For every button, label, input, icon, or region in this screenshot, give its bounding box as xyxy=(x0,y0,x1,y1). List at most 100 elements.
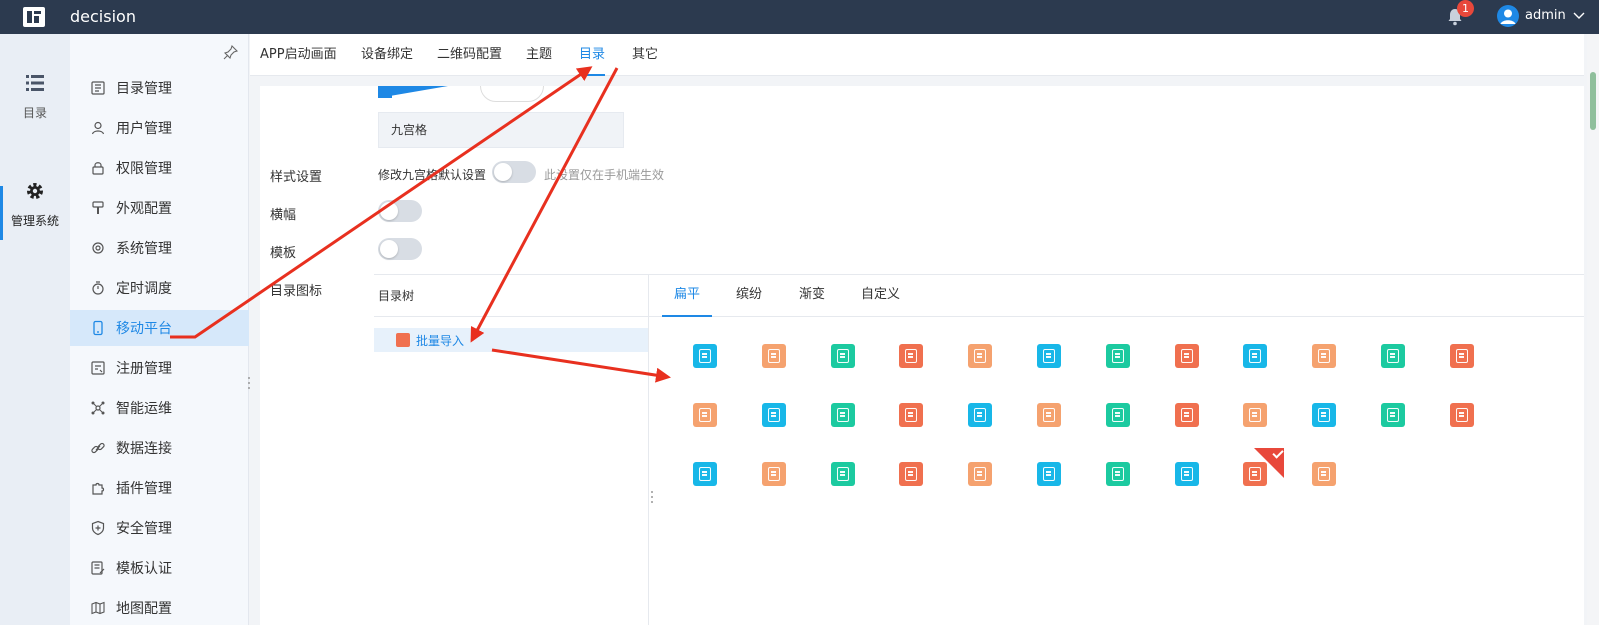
style-settings-toggle[interactable] xyxy=(492,161,536,183)
vertical-scrollbar[interactable] xyxy=(1587,34,1599,625)
catalog-icon-option[interactable] xyxy=(1037,462,1061,486)
catalog-icon-option[interactable] xyxy=(1312,403,1337,427)
catalog-icon-option[interactable] xyxy=(830,403,855,427)
catalog-icon-option[interactable] xyxy=(1312,462,1337,486)
sidebar-item-label: 目录管理 xyxy=(116,81,172,97)
template-toggle[interactable] xyxy=(378,238,422,260)
network-icon xyxy=(91,401,105,415)
catalog-icon-option[interactable] xyxy=(1449,403,1474,427)
scrollbar-thumb[interactable] xyxy=(1590,72,1596,130)
catalog-icon-option[interactable] xyxy=(761,462,786,486)
sidebar-item-label: 智能运维 xyxy=(116,401,172,417)
resize-grip-icon[interactable] xyxy=(650,490,654,504)
sidebar-item[interactable]: 定时调度 xyxy=(70,270,249,306)
catalog-icon-option[interactable] xyxy=(1037,403,1061,427)
catalog-icon-option[interactable] xyxy=(830,344,855,368)
sidebar-item-label: 定时调度 xyxy=(116,281,172,297)
preview-accent-wedge xyxy=(378,86,448,98)
catalog-icon-option[interactable] xyxy=(761,344,786,368)
catalog-icon-option[interactable] xyxy=(1243,403,1268,427)
catalog-icon-option[interactable] xyxy=(1243,344,1268,368)
gear-icon xyxy=(92,242,104,254)
rail-item-management[interactable]: 管理系统 xyxy=(0,180,70,229)
sidebar-item[interactable]: 系统管理 xyxy=(70,230,249,266)
icon-tab-colorful[interactable]: 缤纷 xyxy=(736,275,762,317)
catalog-icon-option[interactable] xyxy=(1105,344,1130,368)
tab-device-binding[interactable]: 设备绑定 xyxy=(361,34,413,76)
rail-item-label: 管理系统 xyxy=(10,214,59,228)
sidebar-item-label: 用户管理 xyxy=(116,121,172,137)
catalog-icon-option[interactable] xyxy=(693,462,717,486)
pin-icon[interactable] xyxy=(223,44,239,60)
catalog-icon-option[interactable] xyxy=(899,462,924,486)
stopwatch-icon xyxy=(92,281,104,295)
sidebar-item-label: 插件管理 xyxy=(116,481,172,497)
sidebar-item[interactable]: 用户管理 xyxy=(70,110,249,146)
user-name[interactable]: admin xyxy=(1525,8,1566,23)
tree-header: 目录树 xyxy=(374,274,649,317)
catalog-icon-option[interactable] xyxy=(968,462,993,486)
catalog-icon-option[interactable] xyxy=(761,403,786,427)
banner-label: 横幅 xyxy=(270,208,297,223)
icon-tab-flat[interactable]: 扁平 xyxy=(662,275,713,317)
tab-qr-config[interactable]: 二维码配置 xyxy=(437,34,502,76)
shield-icon xyxy=(91,520,105,536)
catalog-icon-option[interactable] xyxy=(1174,462,1199,486)
lock-icon xyxy=(92,162,104,175)
notification-badge: 1 xyxy=(1457,0,1474,17)
grid-style-preview[interactable]: 九宫格 xyxy=(378,112,624,148)
catalog-icon-option[interactable] xyxy=(1381,344,1405,368)
sidebar-item[interactable]: 注册管理 xyxy=(70,350,249,386)
app-title: decision xyxy=(70,7,136,26)
tab-other[interactable]: 其它 xyxy=(632,34,658,76)
sidebar-item[interactable]: 智能运维 xyxy=(70,390,249,426)
list-icon xyxy=(26,75,44,91)
chevron-down-icon[interactable] xyxy=(1572,8,1586,22)
catalog-icon-option[interactable] xyxy=(693,403,717,427)
catalog-icon-option[interactable] xyxy=(1105,462,1130,486)
sidebar-item-label: 外观配置 xyxy=(116,201,172,217)
catalog-icon-option[interactable] xyxy=(1174,344,1199,368)
tree-node[interactable]: 批量导入 xyxy=(374,328,649,352)
sidebar-item[interactable]: 权限管理 xyxy=(70,150,249,186)
catalog-icon-option[interactable] xyxy=(1312,344,1337,368)
tab-catalog[interactable]: 目录 xyxy=(579,34,606,76)
sidebar-item[interactable]: 外观配置 xyxy=(70,190,249,226)
sidebar-item-label: 安全管理 xyxy=(116,521,172,537)
icon-tab-gradient[interactable]: 渐变 xyxy=(799,275,825,317)
catalog-icon-option[interactable] xyxy=(1381,403,1405,427)
icon-style-tabs: 扁平 缤纷 渐变 自定义 xyxy=(649,274,1584,317)
catalog-icon-option[interactable] xyxy=(1174,403,1199,427)
catalog-icon-option[interactable] xyxy=(1449,344,1474,368)
icon-tab-custom[interactable]: 自定义 xyxy=(861,275,900,317)
sidebar-item-label: 系统管理 xyxy=(116,241,172,257)
sidebar-item[interactable]: 地图配置 xyxy=(70,590,249,625)
sidebar-item[interactable]: 插件管理 xyxy=(70,470,249,506)
rail-item-catalog[interactable]: 目录 xyxy=(0,72,70,121)
catalog-icon-option[interactable] xyxy=(899,403,924,427)
app-logo-icon[interactable] xyxy=(22,5,46,29)
catalog-icon-option[interactable] xyxy=(968,403,993,427)
rail-item-label: 目录 xyxy=(22,106,47,120)
sidebar-item[interactable]: 安全管理 xyxy=(70,510,249,546)
brush-icon xyxy=(92,201,104,214)
catalog-icon-option[interactable] xyxy=(899,344,924,368)
catalog-icon-option[interactable] xyxy=(1037,344,1061,368)
sidebar-item[interactable]: 移动平台 xyxy=(70,310,249,346)
register-icon xyxy=(91,361,105,375)
tab-app-launch[interactable]: APP启动画面 xyxy=(260,34,337,76)
puzzle-icon xyxy=(92,482,105,495)
banner-toggle[interactable] xyxy=(378,200,422,222)
catalog-icon xyxy=(91,81,105,95)
sidebar-item[interactable]: 目录管理 xyxy=(70,70,249,106)
avatar[interactable] xyxy=(1497,5,1519,27)
catalog-icon-option[interactable] xyxy=(968,344,993,368)
catalog-icon-option[interactable] xyxy=(1105,403,1130,427)
sidebar-item[interactable]: 数据连接 xyxy=(70,430,249,466)
tab-theme[interactable]: 主题 xyxy=(526,34,552,76)
catalog-icon-option[interactable] xyxy=(693,344,717,368)
sidebar-item[interactable]: 模板认证 xyxy=(70,550,249,586)
module-rail: 目录 管理系统 xyxy=(0,34,70,625)
catalog-icon-option[interactable] xyxy=(830,462,855,486)
document-icon xyxy=(396,333,410,347)
